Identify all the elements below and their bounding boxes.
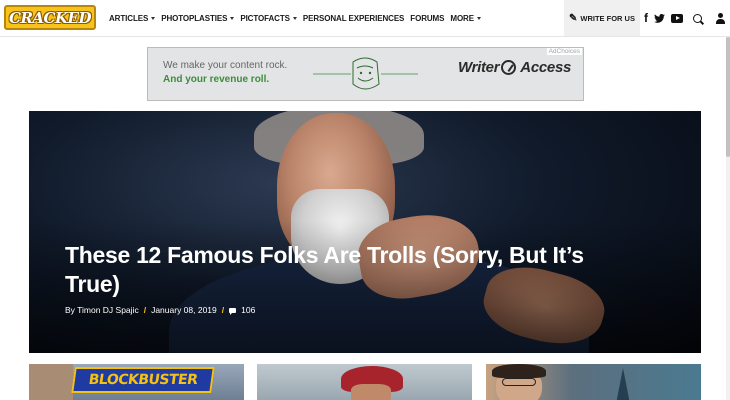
caret-down-icon [292, 16, 297, 20]
nav-label: ARTICLES [109, 13, 149, 23]
thumbnail-hair [492, 364, 546, 378]
article-thumbnail[interactable] [486, 364, 701, 400]
twitter-icon[interactable] [654, 13, 665, 23]
hero-meta: By Timon DJ Spajic / January 08, 2019 / … [65, 305, 255, 315]
publish-date: January 08, 2019 [151, 305, 217, 315]
caret-down-icon [151, 16, 156, 20]
hero-overlay [29, 111, 701, 353]
site-header: CRACKED ARTICLES PHOTOPLASTIES PICTOFACT… [0, 0, 730, 37]
hero-article[interactable]: These 12 Famous Folks Are Trolls (Sorry,… [29, 111, 701, 353]
article-thumbnail[interactable]: BLOCKBUSTER [29, 364, 244, 400]
nav-more[interactable]: MORE [450, 14, 481, 23]
scrollbar-thumb[interactable] [726, 37, 730, 157]
author-link[interactable]: By Timon DJ Spajic [65, 305, 139, 315]
nav-label: PERSONAL EXPERIENCES [302, 13, 405, 23]
youtube-icon[interactable] [671, 13, 683, 23]
logo-text: CRACKED [9, 8, 91, 27]
rocker-illustration [313, 57, 418, 90]
comment-icon [229, 307, 237, 315]
ad-brand-left: Writer [458, 59, 500, 76]
blockbuster-sign: BLOCKBUSTER [71, 367, 215, 393]
pencil-icon: ✎ [569, 12, 578, 24]
nav-forums[interactable]: FORUMS [410, 14, 444, 23]
nav-photoplasties[interactable]: PHOTOPLASTIES [161, 13, 235, 23]
write-for-us-label: WRITE FOR US [580, 13, 635, 23]
sign-text: BLOCKBUSTER [87, 372, 199, 388]
ad-brand-right: Access [520, 59, 572, 76]
nav-label: MORE [450, 13, 474, 23]
meta-separator: / [221, 305, 225, 315]
user-icon[interactable] [716, 12, 725, 24]
nav-personal-experiences[interactable]: PERSONAL EXPERIENCES [302, 13, 405, 23]
nav-pictofacts[interactable]: PICTOFACTS [240, 14, 297, 23]
page-scrollbar[interactable] [726, 37, 730, 400]
ad-choices-badge[interactable]: AdChoices [546, 48, 582, 55]
caret-down-icon [230, 16, 235, 20]
nav-label: PICTOFACTS [240, 13, 290, 23]
cracked-logo[interactable]: CRACKED [4, 5, 96, 30]
write-for-us-button[interactable]: ✎ WRITE FOR US [564, 0, 640, 36]
nav-label: PHOTOPLASTIES [161, 13, 228, 23]
caret-down-icon [476, 16, 481, 20]
nav-articles[interactable]: ARTICLES [109, 13, 156, 23]
thumbnail-face [351, 384, 391, 400]
glasses-icon [502, 378, 536, 386]
hero-title[interactable]: These 12 Famous Folks Are Trolls (Sorry,… [65, 241, 625, 299]
ad-banner[interactable]: We make your content rock. And your reve… [147, 47, 584, 101]
comment-count[interactable]: 106 [241, 305, 255, 315]
search-icon[interactable] [693, 13, 702, 23]
facebook-icon[interactable]: f [644, 11, 648, 25]
thumbnail-wall [29, 364, 73, 400]
writeraccess-mark-icon [501, 60, 517, 75]
header-icons: f [644, 0, 730, 36]
thumbnail-spire [616, 368, 630, 400]
ad-tagline-1: We make your content rock. [163, 60, 288, 71]
meta-separator: / [143, 305, 147, 315]
main-nav: ARTICLES PHOTOPLASTIES PICTOFACTS PERSON… [109, 0, 487, 36]
nav-label: FORUMS [410, 13, 445, 23]
ad-tagline-2: And your revenue roll. [163, 74, 270, 85]
ad-brand-logo: Writer Access [458, 59, 571, 76]
article-thumbnail[interactable] [257, 364, 472, 400]
